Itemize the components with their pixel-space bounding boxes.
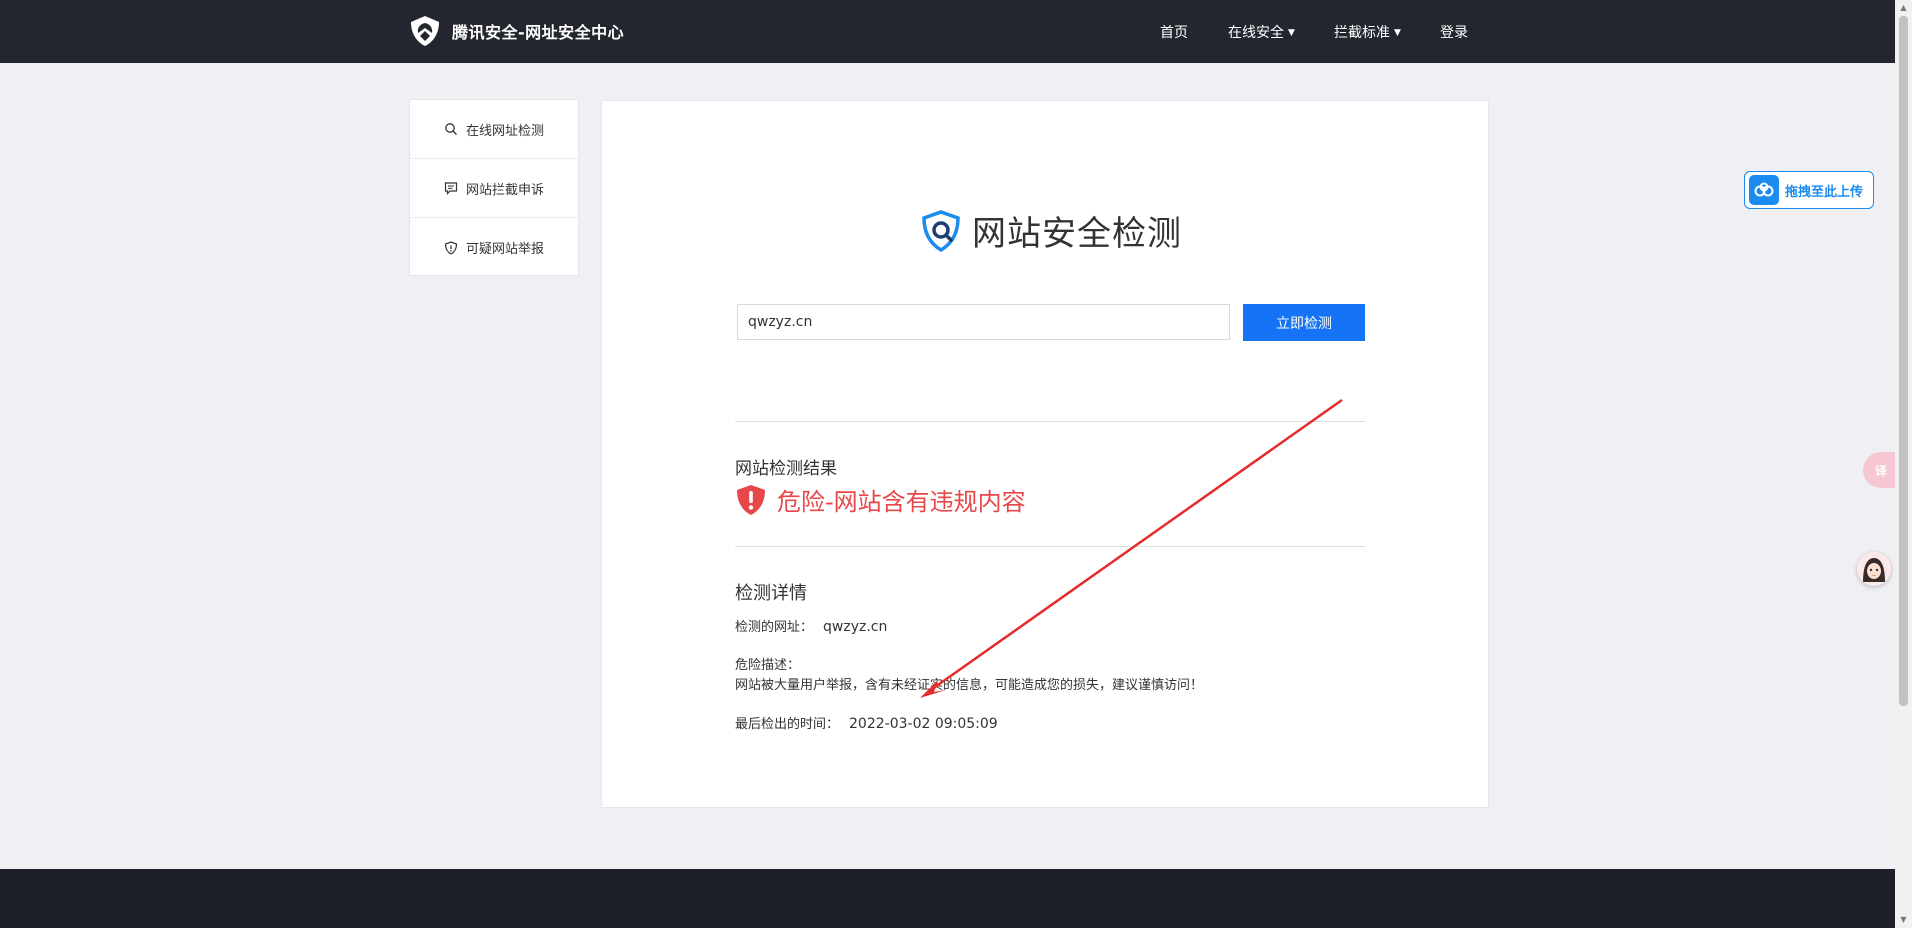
sidebar-item-label: 网站拦截申诉 xyxy=(465,182,544,198)
danger-status-text: 危险-网站含有违规内容 xyxy=(777,488,1026,516)
cloud-upload-icon xyxy=(1749,175,1779,205)
tencent-security-logo-icon xyxy=(411,16,439,46)
risk-description: 网站被大量用户举报，含有未经证实的信息，可能造成您的损失，建议谨慎访问！ xyxy=(735,678,1204,693)
details-title: 检测详情 xyxy=(735,583,807,604)
result-label: 网站检测结果 xyxy=(735,459,837,479)
sidebar-item-url-check[interactable]: 在线网址检测 xyxy=(410,100,578,159)
top-navbar: 腾讯安全-网址安全中心 首页 在线安全 ▼ 拦截标准 ▼ 登录 xyxy=(0,0,1895,63)
sidebar-item-label: 可疑网站举报 xyxy=(465,242,544,257)
result-status: 危险-网站含有违规内容 xyxy=(735,482,1026,517)
divider xyxy=(735,421,1365,422)
sidebar-item-appeal[interactable]: 网站拦截申诉 xyxy=(410,159,578,218)
vertical-scrollbar[interactable]: ▲ ▼ xyxy=(1895,0,1912,928)
translate-button[interactable]: 译 xyxy=(1863,452,1899,488)
sidebar-item-report[interactable]: 可疑网站举报 xyxy=(410,218,578,277)
caret-down-icon: ▼ xyxy=(1394,28,1401,38)
translate-icon: 译 xyxy=(1874,463,1887,478)
search-icon xyxy=(445,123,457,135)
main-card: 网站安全检测 立即检测 网站检测结果 危险-网站含有违规内容 检测详情 检测的网… xyxy=(601,100,1489,808)
nav-block-standard[interactable]: 拦截标准 ▼ xyxy=(1334,22,1401,42)
risk-label: 危险描述： xyxy=(735,658,801,673)
checked-url-label: 检测的网址： xyxy=(735,620,814,635)
assistant-avatar[interactable] xyxy=(1857,552,1891,586)
avatar-icon xyxy=(1857,552,1891,586)
check-now-button[interactable]: 立即检测 xyxy=(1243,304,1365,341)
divider xyxy=(735,546,1365,547)
danger-shield-icon xyxy=(737,484,765,515)
page-title-text: 网站安全检测 xyxy=(972,214,1182,254)
sidebar-item-label: 在线网址检测 xyxy=(465,123,544,139)
page-title: 网站安全检测 xyxy=(918,206,1182,255)
last-detected-value: 2022-03-02 09:05:09 xyxy=(849,716,998,732)
scroll-up-icon[interactable]: ▲ xyxy=(1899,4,1908,12)
scrollbar-thumb[interactable] xyxy=(1899,16,1908,706)
sidebar: 在线网址检测 网站拦截申诉 可疑网站举报 xyxy=(409,99,579,276)
footer xyxy=(0,869,1895,928)
caret-down-icon: ▼ xyxy=(1288,28,1295,38)
nav-online-security[interactable]: 在线安全 ▼ xyxy=(1228,22,1295,42)
nav-home[interactable]: 首页 xyxy=(1160,22,1188,42)
checked-url-value: qwzyz.cn xyxy=(823,619,888,635)
url-search-input[interactable] xyxy=(737,304,1230,340)
last-detected-row: 最后检出的时间： 2022-03-02 09:05:09 xyxy=(735,713,998,732)
brand-title: 腾讯安全-网址安全中心 xyxy=(452,23,625,42)
brand[interactable]: 腾讯安全-网址安全中心 xyxy=(408,14,624,48)
scroll-down-icon[interactable]: ▼ xyxy=(1899,916,1908,924)
shield-icon xyxy=(444,240,458,255)
shield-search-icon xyxy=(922,209,960,252)
upload-label: 拖拽至此上传 xyxy=(1785,184,1864,200)
chat-icon xyxy=(444,182,458,195)
drag-upload-button[interactable]: 拖拽至此上传 xyxy=(1744,171,1874,209)
last-detected-label: 最后检出的时间： xyxy=(735,717,840,732)
nav-login[interactable]: 登录 xyxy=(1440,22,1468,42)
checked-url-row: 检测的网址： qwzyz.cn xyxy=(735,616,887,635)
